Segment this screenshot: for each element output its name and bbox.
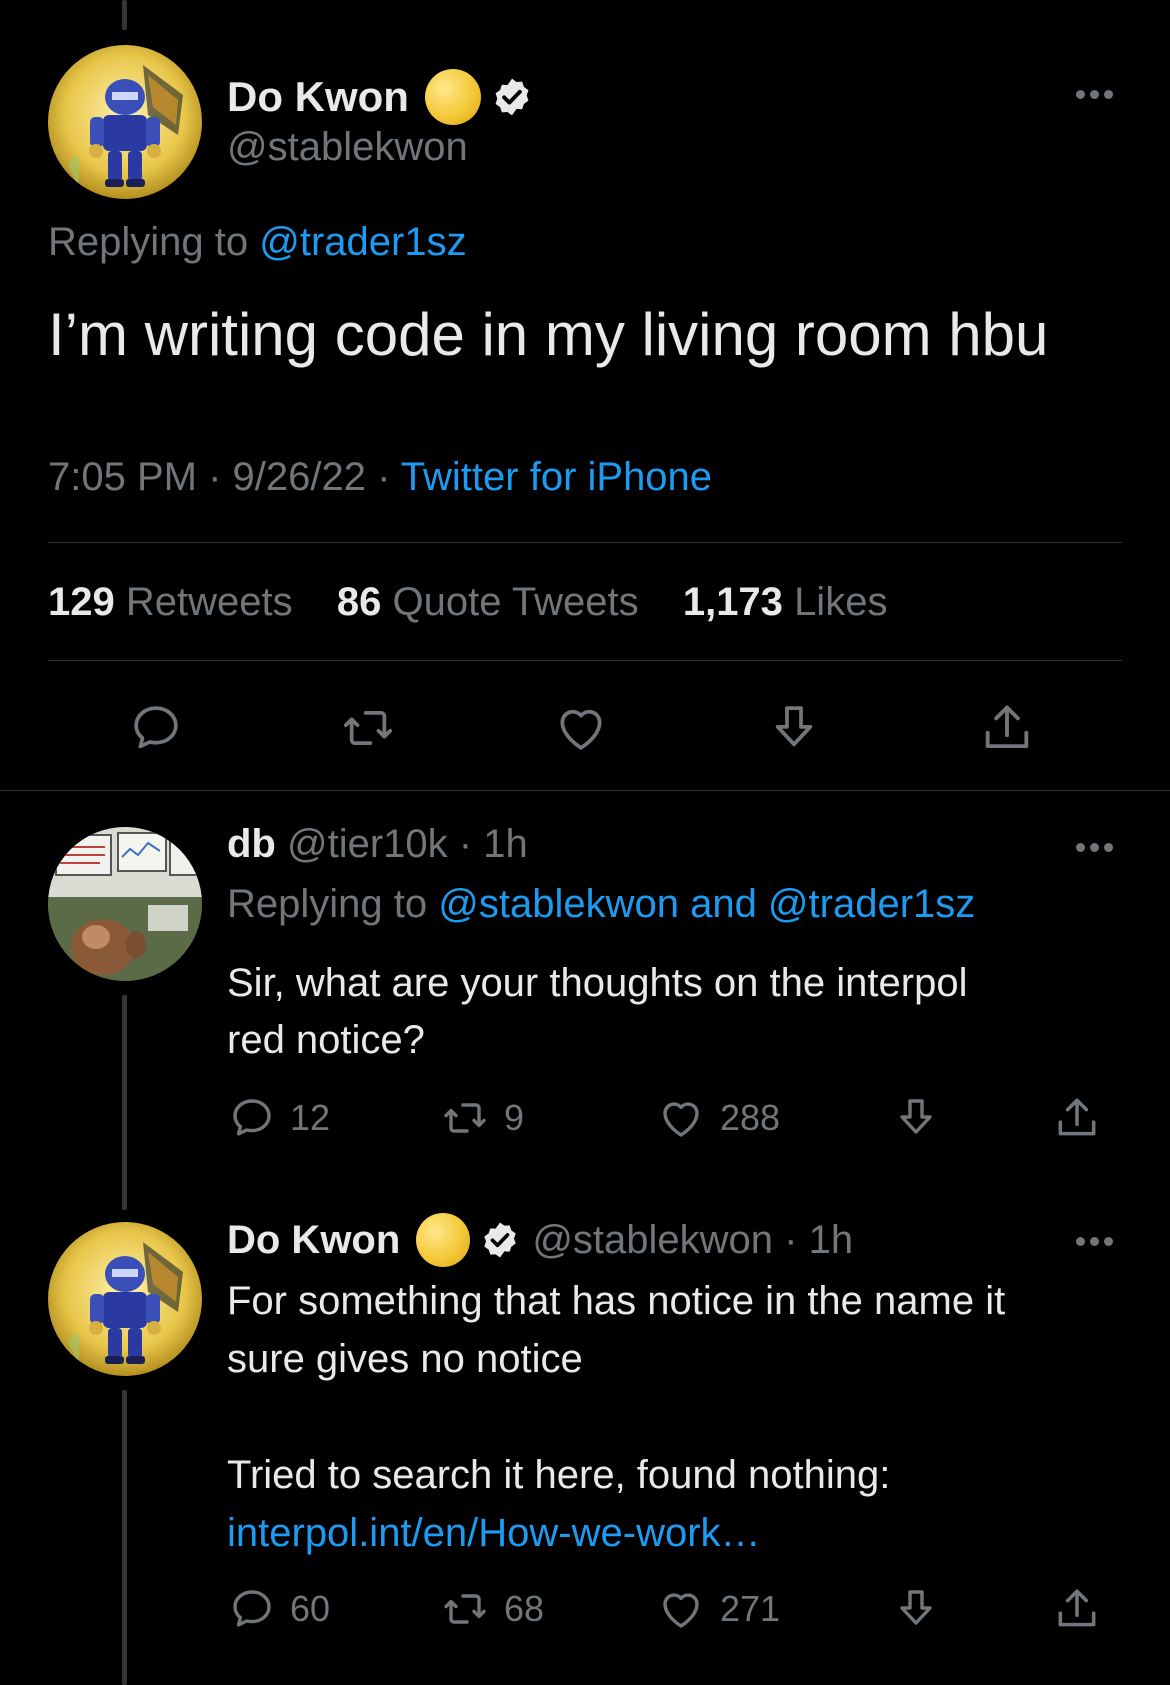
reply2-author-name[interactable]: Do Kwon	[227, 1218, 400, 1263]
tweet-timestamp: 7:05 PM · 9/26/22 · Twitter for iPhone	[48, 455, 712, 500]
reply-icon	[233, 1590, 271, 1627]
share-icon	[1058, 1589, 1096, 1627]
reply1-author-name[interactable]: db	[227, 822, 276, 866]
thread-line-reply1	[122, 995, 127, 1210]
reply-button[interactable]	[128, 700, 184, 756]
replying-to: Replying to @trader1sz	[48, 220, 467, 265]
quotes-stat[interactable]: 86 Quote Tweets	[337, 580, 639, 624]
quotes-label: Quote Tweets	[392, 580, 639, 624]
reply2-retweet-count: 68	[504, 1588, 545, 1629]
author-name[interactable]: Do Kwon	[227, 73, 409, 121]
reply1-retweet-button[interactable]: 9	[440, 1094, 524, 1142]
stats-divider-top	[48, 542, 1122, 543]
share-button[interactable]	[978, 698, 1036, 758]
share-icon	[1058, 1098, 1096, 1136]
author-handle[interactable]: @stablekwon	[227, 125, 468, 170]
verified-icon	[491, 76, 533, 118]
reply2-like-count: 271	[720, 1588, 781, 1629]
author-name-row: Do Kwon	[227, 67, 533, 127]
bookmark-icon	[900, 1590, 932, 1625]
reply1-text-line2: red notice?	[227, 1018, 425, 1062]
like-icon	[663, 1102, 699, 1137]
retweet-button[interactable]	[338, 700, 398, 756]
reply2-reply-count: 60	[290, 1588, 331, 1629]
retweet-icon	[343, 710, 393, 746]
tweet-divider	[0, 790, 1170, 791]
bookmark-icon	[900, 1099, 932, 1134]
reply1-retweet-count: 9	[504, 1097, 525, 1138]
likes-count: 1,173	[682, 580, 783, 624]
tweet-source-link[interactable]: Twitter for iPhone	[401, 455, 712, 499]
reply2-text-line2: sure gives no notice	[227, 1337, 583, 1381]
thread-line-reply2	[122, 1390, 127, 1685]
reply1-reply-count: 12	[290, 1097, 331, 1138]
likes-label: Likes	[794, 580, 888, 624]
reply1-bookmark-button[interactable]	[892, 1093, 940, 1143]
reply1-replying-handles[interactable]: @stablekwon and @trader1sz	[438, 882, 975, 926]
reply2-text: For something that has notice in the nam…	[227, 1272, 1005, 1562]
likes-stat[interactable]: 1,173 Likes	[683, 580, 888, 624]
reply2-retweet-button[interactable]: 68	[440, 1585, 544, 1633]
like-button[interactable]	[552, 700, 610, 756]
moon-emoji-icon	[416, 1213, 471, 1267]
share-icon	[985, 705, 1029, 749]
reply1-text: Sir, what are your thoughts on the inter…	[227, 955, 967, 1069]
tweet-stats: 129 Retweets 86 Quote Tweets 1,173 Likes	[48, 580, 887, 625]
reply-icon	[134, 706, 178, 749]
reply1-more-icon[interactable]	[1076, 843, 1113, 852]
like-icon	[560, 709, 602, 750]
reply1-avatar[interactable]	[48, 827, 202, 981]
bookmark-button[interactable]	[766, 698, 822, 758]
reply2-link[interactable]: interpol.int/en/How-we-work…	[227, 1504, 1005, 1562]
reply2-more-icon[interactable]	[1076, 1237, 1113, 1246]
reply1-share-button[interactable]	[1052, 1093, 1102, 1143]
reply2-text-line3: Tried to search it here, found nothing:	[227, 1453, 891, 1497]
tweet-time[interactable]: 7:05 PM · 9/26/22 ·	[48, 455, 401, 499]
more-icon[interactable]	[1076, 90, 1113, 99]
replying-prefix: Replying to	[48, 220, 260, 264]
reply1-replying-prefix: Replying to	[227, 882, 439, 926]
reply1-reply-button[interactable]: 12	[228, 1094, 330, 1142]
reply1-text-line1: Sir, what are your thoughts on the inter…	[227, 961, 968, 1005]
reply2-text-line1: For something that has notice in the nam…	[227, 1279, 1006, 1323]
bookmark-icon	[775, 706, 813, 747]
replying-handle-link[interactable]: @trader1sz	[259, 220, 466, 264]
reply2-header: Do Kwon @stablekwon · 1h	[227, 1212, 853, 1268]
author-avatar[interactable]	[48, 45, 202, 199]
retweets-stat[interactable]: 129 Retweets	[48, 580, 293, 624]
reply1-meta[interactable]: @tier10k · 1h	[287, 822, 528, 866]
reply2-like-button[interactable]: 271	[656, 1585, 780, 1633]
retweet-icon	[444, 1594, 486, 1624]
quotes-count: 86	[336, 580, 382, 624]
reply2-avatar[interactable]	[48, 1222, 202, 1376]
reply1-like-button[interactable]: 288	[656, 1094, 780, 1142]
reply2-share-button[interactable]	[1052, 1584, 1102, 1634]
reply-icon	[233, 1099, 271, 1136]
retweet-icon	[444, 1103, 486, 1133]
retweets-label: Retweets	[125, 580, 293, 624]
reply2-reply-button[interactable]: 60	[228, 1585, 330, 1633]
reply2-meta[interactable]: @stablekwon · 1h	[532, 1218, 853, 1263]
thread-line-top	[122, 0, 127, 30]
reply1-like-count: 288	[720, 1097, 781, 1138]
tweet-text: I’m writing code in my living room hbu	[48, 301, 1049, 368]
like-icon	[663, 1593, 699, 1628]
verified-icon	[480, 1220, 520, 1260]
reply1-replying-to: Replying to @stablekwon and @trader1sz	[227, 882, 975, 927]
moon-emoji-icon	[424, 69, 481, 125]
reply2-bookmark-button[interactable]	[892, 1584, 940, 1634]
stats-divider-bottom	[48, 660, 1122, 661]
retweets-count: 129	[48, 580, 115, 624]
reply1-header: db @tier10k · 1h	[227, 822, 528, 867]
